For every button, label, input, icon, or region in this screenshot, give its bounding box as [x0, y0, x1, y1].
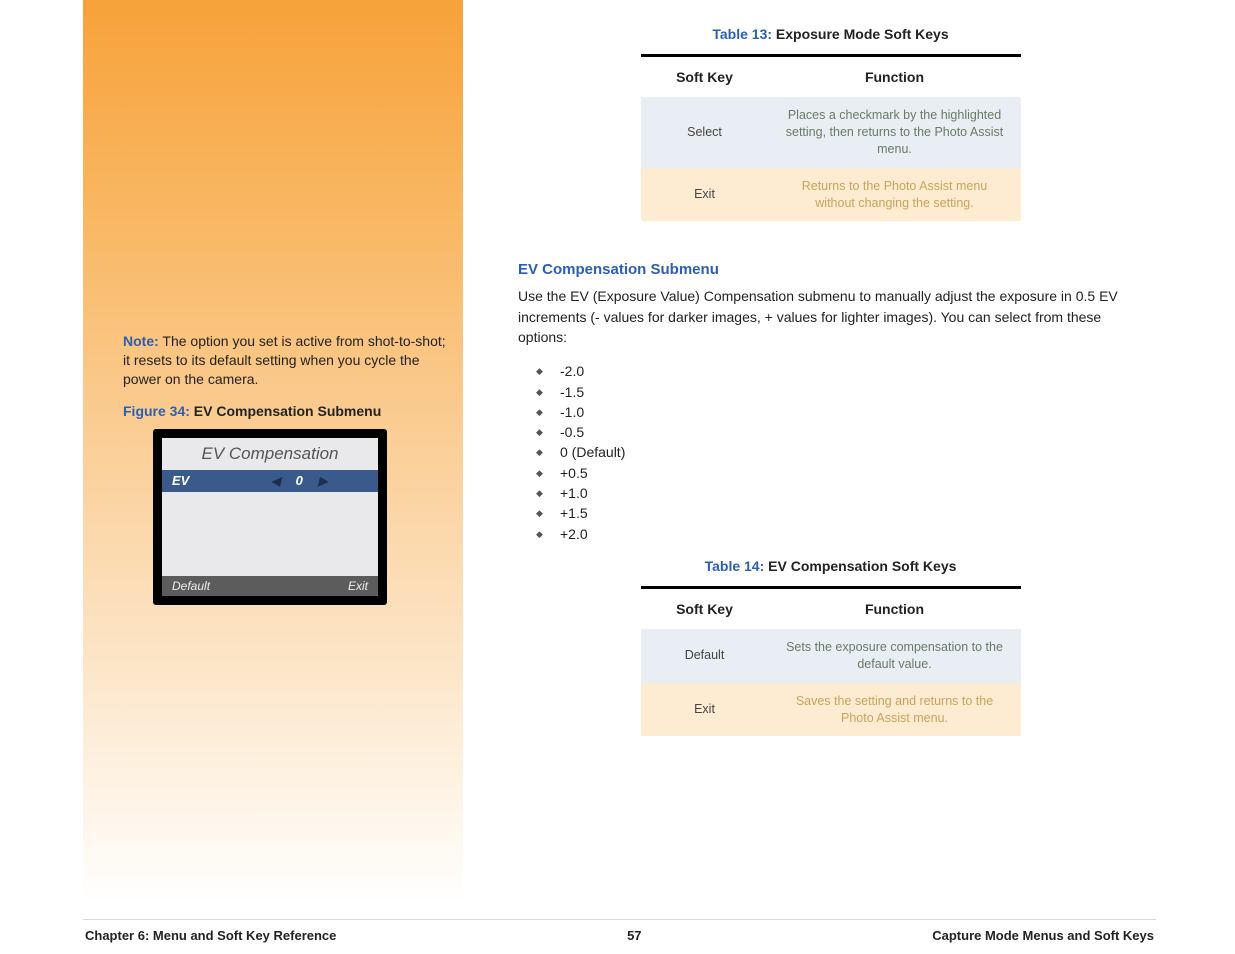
lcd-row-label: EV: [172, 473, 267, 488]
table-14-label: Table 14:: [705, 558, 765, 574]
section-body: Use the EV (Exposure Value) Compensation…: [518, 286, 1143, 347]
table-header: Soft Key: [641, 56, 769, 98]
footer-right: Capture Mode Menus and Soft Keys: [932, 928, 1154, 943]
section-heading: EV Compensation Submenu: [518, 261, 1143, 278]
table-cell: Returns to the Photo Assist menu without…: [769, 168, 1021, 222]
table-row: Exit Saves the setting and returns to th…: [641, 683, 1021, 737]
note-paragraph: Note: The option you set is active from …: [123, 332, 453, 389]
table-cell: Sets the exposure compensation to the de…: [769, 629, 1021, 683]
lcd-selected-row: EV ◀ 0 ▶: [162, 470, 378, 492]
table-cell: Places a checkmark by the highlighted se…: [769, 97, 1021, 168]
left-column: Note: The option you set is active from …: [123, 332, 453, 605]
table-14-wrap: Table 14: EV Compensation Soft Keys Soft…: [641, 558, 1021, 737]
figure-caption: Figure 34: EV Compensation Submenu: [123, 403, 453, 419]
figure-title: EV Compensation Submenu: [190, 403, 381, 419]
lcd-title: EV Compensation: [162, 444, 378, 464]
table-13-title: Exposure Mode Soft Keys: [772, 26, 949, 42]
list-item: +1.5: [536, 503, 1143, 523]
table-13-caption: Table 13: Exposure Mode Soft Keys: [641, 26, 1021, 42]
note-label: Note:: [123, 333, 159, 349]
lcd-row-value: 0: [284, 473, 314, 488]
lcd-frame: EV Compensation EV ◀ 0 ▶ Default Exit: [153, 429, 387, 605]
list-item: -0.5: [536, 422, 1143, 442]
table-header: Soft Key: [641, 587, 769, 629]
table-cell: Default: [641, 629, 769, 683]
table-row: Soft Key Function: [641, 56, 1021, 98]
table-13: Soft Key Function Select Places a checkm…: [641, 54, 1021, 221]
footer-left: Chapter 6: Menu and Soft Key Reference: [85, 928, 336, 943]
table-14: Soft Key Function Default Sets the expos…: [641, 586, 1021, 737]
ev-options-list: -2.0 -1.5 -1.0 -0.5 0 (Default) +0.5 +1.…: [536, 361, 1143, 544]
list-item: +2.0: [536, 524, 1143, 544]
table-header: Function: [769, 587, 1021, 629]
table-13-label: Table 13:: [712, 26, 772, 42]
table-header: Function: [769, 56, 1021, 98]
table-row: Default Sets the exposure compensation t…: [641, 629, 1021, 683]
table-row: Soft Key Function: [641, 587, 1021, 629]
right-column: Table 13: Exposure Mode Soft Keys Soft K…: [518, 26, 1143, 776]
lcd-screen: EV Compensation EV ◀ 0 ▶ Default Exit: [162, 438, 378, 596]
arrow-left-icon: ◀: [267, 474, 284, 488]
list-item: +0.5: [536, 463, 1143, 483]
table-cell: Saves the setting and returns to the Pho…: [769, 683, 1021, 737]
figure-label: Figure 34:: [123, 403, 190, 419]
lcd-softkey-bar: Default Exit: [162, 576, 378, 596]
list-item: -1.5: [536, 382, 1143, 402]
lcd-softkey-left: Default: [172, 579, 210, 593]
arrow-right-icon: ▶: [314, 474, 331, 488]
table-13-wrap: Table 13: Exposure Mode Soft Keys Soft K…: [641, 26, 1021, 221]
page: Note: The option you set is active from …: [83, 0, 1156, 920]
footer-page-number: 57: [627, 928, 641, 943]
table-row: Select Places a checkmark by the highlig…: [641, 97, 1021, 168]
list-item: 0 (Default): [536, 442, 1143, 462]
list-item: +1.0: [536, 483, 1143, 503]
table-14-title: EV Compensation Soft Keys: [764, 558, 956, 574]
list-item: -2.0: [536, 361, 1143, 381]
page-footer: Chapter 6: Menu and Soft Key Reference 5…: [83, 928, 1156, 943]
note-text: The option you set is active from shot-t…: [123, 333, 446, 387]
table-14-caption: Table 14: EV Compensation Soft Keys: [641, 558, 1021, 574]
table-row: Exit Returns to the Photo Assist menu wi…: [641, 168, 1021, 222]
table-cell: Select: [641, 97, 769, 168]
lcd-softkey-right: Exit: [348, 579, 368, 593]
list-item: -1.0: [536, 402, 1143, 422]
table-cell: Exit: [641, 683, 769, 737]
table-cell: Exit: [641, 168, 769, 222]
